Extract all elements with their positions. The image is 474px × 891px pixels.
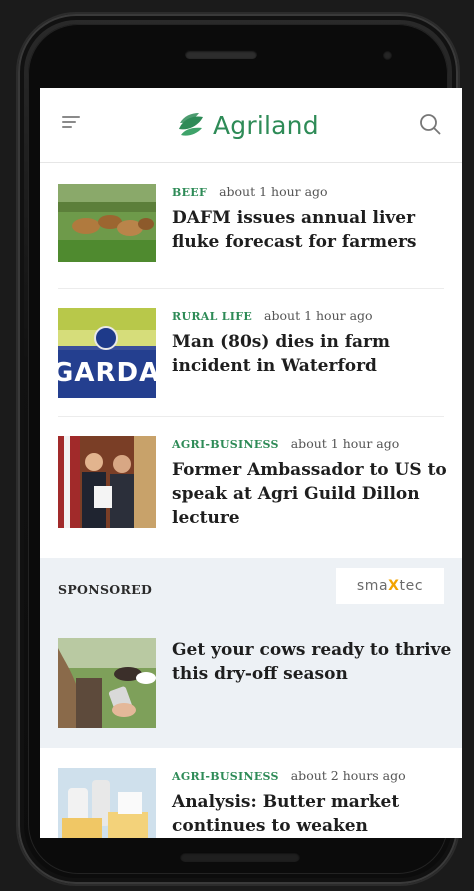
garda-sign-text: GARDA [58, 358, 156, 388]
search-icon[interactable] [418, 112, 442, 136]
category-label[interactable]: RURAL LIFE [172, 310, 252, 323]
sponsor-logo[interactable]: sma Xtec [336, 568, 444, 604]
agriland-logo[interactable]: Agriland [175, 108, 319, 142]
article-thumbnail[interactable] [58, 184, 156, 262]
phone-camera [383, 51, 392, 60]
timestamp: about 1 hour ago [290, 436, 400, 451]
sponsored-block: SPONSORED sma Xtec Get your cows ready to… [40, 558, 462, 748]
article-meta: AGRI-BUSINESS about 1 hour ago [172, 436, 399, 451]
article-meta: RURAL LIFE about 1 hour ago [172, 308, 373, 323]
article-title[interactable]: Get your cows ready to thrive this dry-o… [172, 638, 452, 686]
article-thumbnail[interactable] [58, 638, 156, 728]
category-label[interactable]: AGRI-BUSINESS [172, 770, 279, 783]
article-title[interactable]: Former Ambassador to US to speak at Agri… [172, 458, 452, 530]
timestamp: about 1 hour ago [219, 184, 328, 199]
logo-text: Agriland [213, 110, 319, 140]
app-screen: Agriland BEEF about 1 hour ago DAFM issu… [40, 88, 462, 838]
article-thumbnail[interactable] [58, 436, 156, 528]
article-meta: AGRI-BUSINESS about 2 hours ago [172, 768, 406, 783]
sponsor-logo-part: tec [399, 578, 424, 594]
sponsor-logo-part: sma [356, 578, 389, 594]
phone-speaker [185, 50, 257, 59]
menu-icon[interactable] [62, 116, 82, 132]
sponsored-label: SPONSORED [58, 582, 153, 597]
article-title[interactable]: DAFM issues annual liver fluke forecast … [172, 206, 452, 254]
article-title[interactable]: Man (80s) dies in farm incident in Water… [172, 330, 452, 378]
app-header: Agriland [40, 88, 462, 163]
timestamp: about 1 hour ago [264, 308, 373, 323]
article-meta: BEEF about 1 hour ago [172, 184, 328, 199]
divider [58, 288, 444, 289]
divider [58, 416, 444, 417]
article-thumbnail[interactable]: GARDA [58, 308, 156, 398]
timestamp: about 2 hours ago [290, 768, 406, 783]
sponsor-logo-x: X [388, 578, 400, 594]
leaf-logo-icon [179, 113, 203, 136]
article-thumbnail[interactable] [58, 768, 156, 838]
phone-home-bar [180, 852, 300, 862]
category-label[interactable]: AGRI-BUSINESS [172, 438, 279, 451]
category-label[interactable]: BEEF [172, 186, 207, 199]
article-title[interactable]: Analysis: Butter market continues to wea… [172, 790, 452, 838]
